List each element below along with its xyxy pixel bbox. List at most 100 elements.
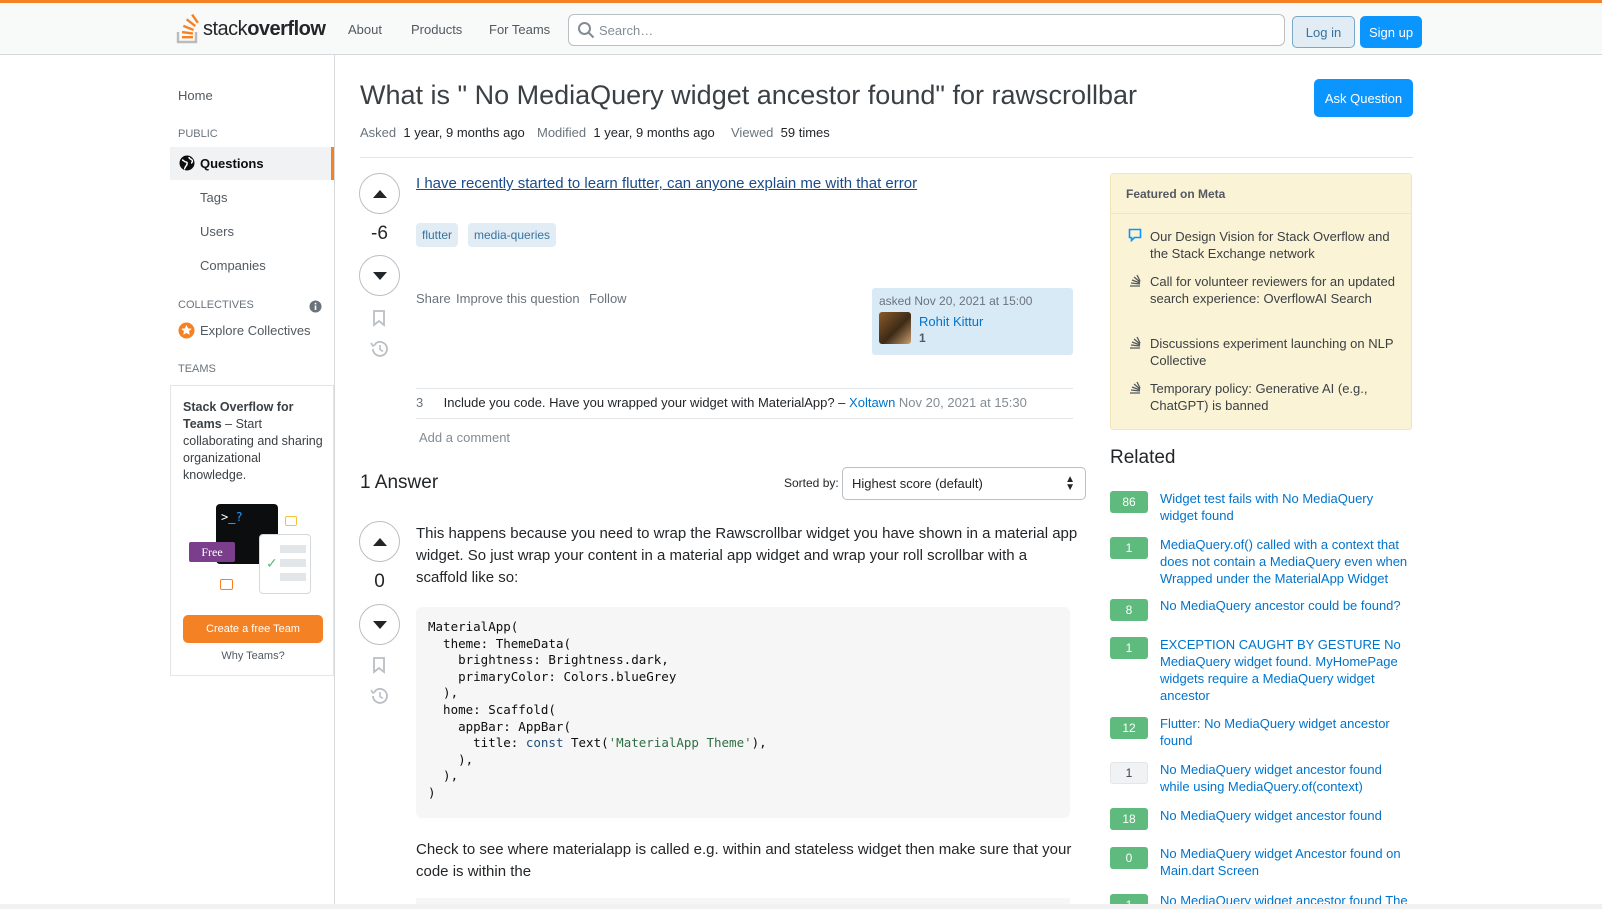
code-line: brightness: Brightness.dark, (428, 652, 669, 668)
question-upvote-button[interactable] (359, 173, 400, 214)
bookmark-icon[interactable] (372, 657, 386, 674)
nav-for-teams[interactable]: For Teams (489, 20, 550, 39)
featured-on-meta: Featured on Meta Our Design Vision for S… (1110, 173, 1412, 430)
related-score[interactable]: 18 (1110, 808, 1148, 830)
history-icon[interactable] (370, 687, 389, 705)
related-score[interactable]: 12 (1110, 717, 1148, 739)
featured-item[interactable]: Call for volunteer reviewers for an upda… (1150, 273, 1395, 307)
share-link[interactable]: Share (416, 291, 451, 306)
related-score[interactable]: 1 (1110, 637, 1148, 659)
related-score[interactable]: 86 (1110, 491, 1148, 513)
code-line: primaryColor: Colors.blueGrey (428, 668, 677, 684)
why-teams-link[interactable]: Why Teams? (171, 650, 335, 662)
related-link[interactable]: EXCEPTION CAUGHT BY GESTURE No MediaQuer… (1160, 636, 1410, 704)
question-downvote-button[interactable] (359, 255, 400, 296)
signup-button[interactable]: Sign up (1360, 16, 1422, 48)
nav-products[interactable]: Products (411, 20, 462, 39)
code-line: ), (428, 768, 459, 784)
stack-overflow-logo[interactable]: stackoverflow (176, 13, 326, 45)
related-link[interactable]: No MediaQuery ancestor could be found? (1160, 597, 1410, 614)
question-title[interactable]: What is " No MediaQuery widget ancestor … (360, 80, 1137, 111)
bookmark-icon[interactable] (372, 310, 386, 327)
teams-heading: TEAMS (178, 363, 216, 375)
search-input[interactable] (599, 15, 1269, 45)
featured-item[interactable]: Temporary policy: Generative AI (e.g., C… (1150, 380, 1395, 414)
code-line: ), (428, 751, 474, 767)
arrow-up-icon (372, 189, 387, 198)
nav-tags[interactable]: Tags (200, 190, 227, 205)
sort-select[interactable]: Highest score (default) ▲ ▼ (842, 467, 1086, 500)
answer-upvote-button[interactable] (359, 521, 400, 562)
nav-home[interactable]: Home (178, 88, 213, 103)
free-badge: Free (189, 542, 235, 562)
horizontal-scrollbar[interactable] (0, 904, 1602, 909)
arrow-up-icon (372, 537, 387, 546)
answer-downvote-button[interactable] (359, 604, 400, 645)
answer-body-continued: Check to see where materialapp is called… (416, 841, 1072, 880)
tag-media-queries[interactable]: media-queries (468, 223, 557, 247)
stack-exchange-icon (1130, 274, 1141, 287)
comment-user[interactable]: Xoltawn (849, 395, 895, 410)
nav-users[interactable]: Users (200, 224, 234, 239)
nav-explore-collectives[interactable]: Explore Collectives (178, 322, 338, 340)
ask-question-button[interactable]: Ask Question (1314, 79, 1413, 117)
tag-flutter[interactable]: flutter (416, 223, 459, 247)
login-button[interactable]: Log in (1292, 16, 1355, 48)
featured-item[interactable]: Discussions experiment launching on NLP … (1150, 335, 1395, 369)
question-body[interactable]: I have recently started to learn flutter… (416, 175, 917, 192)
top-bar: stackoverflow About Products For Teams L… (0, 0, 1602, 55)
comment: 3 Include you code. Have you wrapped you… (416, 395, 1073, 410)
owner-reputation: 1 (919, 331, 926, 345)
search-box[interactable] (568, 14, 1285, 46)
follow-link[interactable]: Follow (589, 291, 627, 306)
featured-item[interactable]: Our Design Vision for Stack Overflow and… (1150, 228, 1395, 262)
nav-questions[interactable]: Questions (170, 147, 334, 180)
logo-wordmark: stackoverflow (203, 17, 326, 40)
nav-questions-label: Questions (200, 156, 264, 171)
history-icon[interactable] (370, 340, 389, 358)
related-link[interactable]: No MediaQuery widget ancestor found whil… (1160, 761, 1410, 795)
owner-name[interactable]: Rohit Kittur (919, 314, 983, 329)
add-comment-link[interactable]: Add a comment (419, 430, 510, 445)
code-line: home: Scaffold( (428, 701, 556, 717)
stack-exchange-icon (1130, 336, 1141, 349)
speech-bubble-icon (1128, 228, 1142, 242)
related-link[interactable]: Widget test fails with No MediaQuery wid… (1160, 490, 1410, 524)
related-link[interactable]: No MediaQuery widget Ancestor found on M… (1160, 845, 1410, 879)
globe-icon (179, 155, 195, 171)
collectives-icon (178, 322, 195, 339)
info-icon[interactable] (309, 300, 322, 313)
featured-heading: Featured on Meta (1111, 174, 1411, 214)
avatar[interactable] (879, 312, 911, 344)
code-line: title: const Text('MaterialApp Theme'), (428, 735, 767, 751)
related-score[interactable]: 8 (1110, 599, 1148, 621)
sort-select-value: Highest score (default) (852, 476, 983, 491)
related-link[interactable]: No MediaQuery widget ancestor found (1160, 807, 1410, 824)
comment-score: 3 (416, 395, 424, 410)
arrow-down-icon (372, 620, 387, 629)
improve-question-link[interactable]: Improve this question (456, 291, 580, 306)
teams-promo-text: Stack Overflow for Teams – Start collabo… (183, 400, 323, 482)
comment-divider (416, 388, 1073, 389)
related-score[interactable]: 1 (1110, 537, 1148, 559)
related-link[interactable]: MediaQuery.of() called with a context th… (1160, 536, 1410, 587)
create-free-team-button[interactable]: Create a free Team (183, 615, 323, 643)
header-divider (360, 157, 1413, 158)
code-line: appBar: AppBar( (428, 718, 571, 734)
arrow-down-icon (372, 271, 387, 280)
teams-promo: Stack Overflow for Teams – Start collabo… (170, 385, 334, 676)
nav-about[interactable]: About (348, 20, 382, 39)
related-link[interactable]: Flutter: No MediaQuery widget ancestor f… (1160, 715, 1410, 749)
stack-exchange-icon (1130, 381, 1141, 394)
related-score[interactable]: 1 (1110, 762, 1148, 784)
related-score[interactable]: 0 (1110, 847, 1148, 869)
select-arrows-icon: ▲ ▼ (1065, 474, 1075, 493)
answer-code-block: MaterialApp( theme: ThemeData( brightnes… (416, 607, 1070, 818)
answers-heading: 1 Answer (360, 472, 439, 493)
comment-divider (416, 418, 1073, 419)
search-icon (578, 22, 595, 39)
related-heading: Related (1110, 447, 1176, 468)
collectives-heading: COLLECTIVES (178, 299, 254, 311)
nav-companies[interactable]: Companies (200, 258, 266, 273)
chat-bubble-icon (220, 579, 233, 590)
